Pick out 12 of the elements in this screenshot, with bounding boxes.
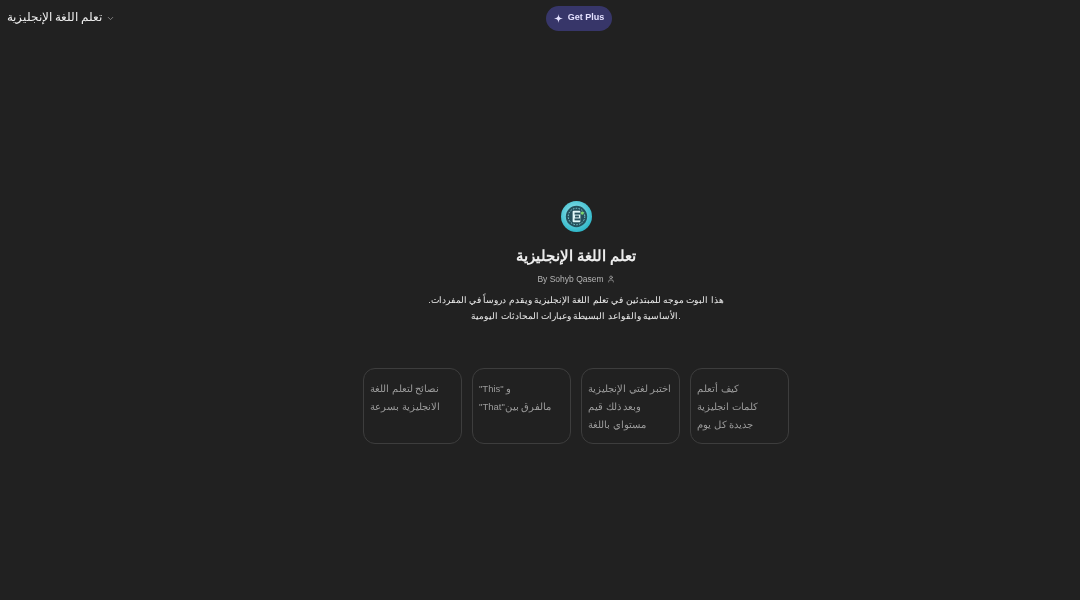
conversation-starter-card[interactable]: نصائح لتعلم اللغة الانجليزية بسرعة	[363, 368, 462, 444]
gpt-description: هذا البوت موجه للمبتدئين في تعلم اللغة الإنجليزية ويقدم دروساً في المفردات. .الأساسية والقواعد البسيطة وعبارات المحادثات اليومية	[428, 292, 724, 323]
get-plus-button[interactable]: Get Plus	[545, 5, 613, 31]
gpt-selector-button[interactable]: تعلم اللغة الإنجليزية	[6, 7, 117, 29]
conversation-starter-card[interactable]: "This" و مالفرق بين"That"	[472, 368, 571, 444]
conversation-starter-card[interactable]: كيف أتعلم كلمات انجليزية جديدة كل يوم	[690, 368, 789, 444]
person-icon	[606, 275, 615, 283]
gpt-name: تعلم اللغة الإنجليزية	[515, 246, 637, 266]
conversation-starter-card[interactable]: اختبر لغتي الإنجليزية وبعد ذلك قيم مستواي باللغة	[581, 368, 680, 444]
bot-avatar-icon	[560, 201, 592, 232]
author-text: By Sohyb Qasem	[537, 273, 604, 285]
sparkle-icon	[553, 13, 563, 23]
